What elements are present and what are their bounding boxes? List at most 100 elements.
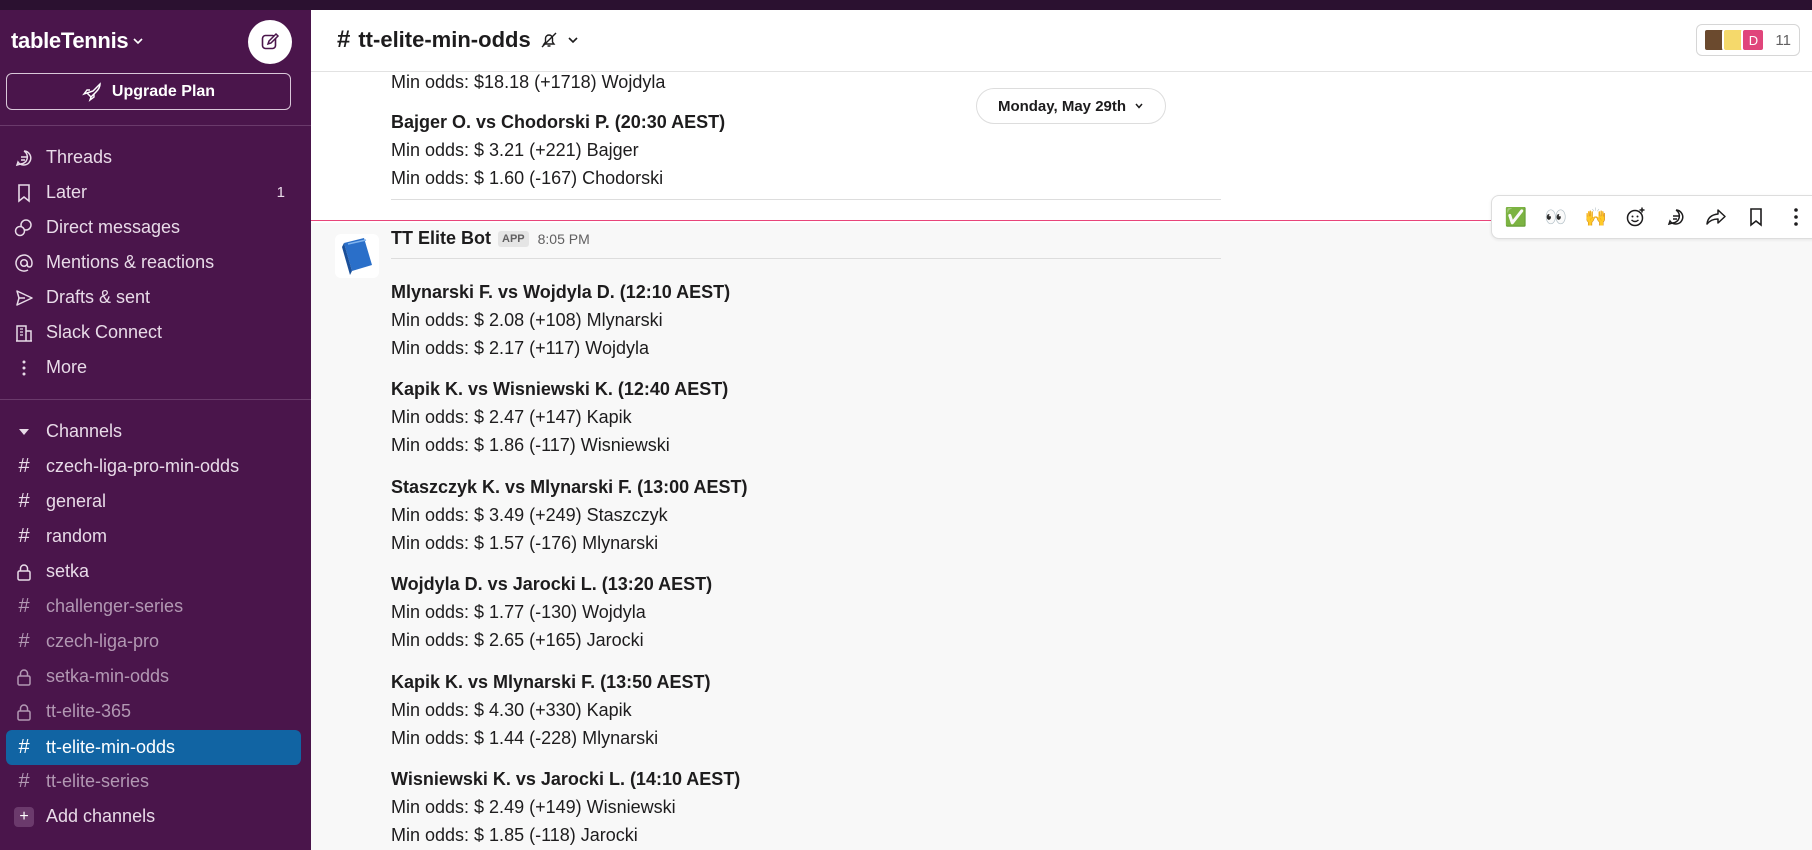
sidebar: tableTennis Upgrade Plan Threads Later 1… — [0, 10, 311, 850]
hash-icon: # — [18, 455, 30, 477]
direct-messages-icon — [12, 216, 36, 240]
chevron-down-icon — [133, 38, 143, 45]
member-count: 11 — [1775, 31, 1791, 49]
message-separator — [391, 199, 1221, 200]
sidebar-divider — [0, 125, 311, 126]
book-icon — [342, 238, 372, 275]
chevron-down-icon — [568, 37, 578, 44]
bot-avatar[interactable] — [335, 234, 379, 278]
channel-title-button[interactable]: # tt-elite-min-odds — [337, 26, 579, 54]
hash-icon: # — [18, 595, 30, 617]
react-check-button[interactable]: ✅ — [1498, 200, 1534, 234]
channels-section-header[interactable]: Channels — [0, 414, 311, 449]
sidebar-divider — [0, 399, 311, 400]
sidebar-channel[interactable]: # czech-liga-pro — [0, 624, 311, 659]
workspace-switcher[interactable]: tableTennis — [11, 24, 144, 58]
channel-header: # tt-elite-min-odds D 11 — [311, 10, 1812, 72]
match-title: Staszczyk K. vs Mlynarski F. (13:00 AEST… — [391, 477, 748, 497]
reply-in-thread-button[interactable] — [1658, 200, 1694, 234]
match-title: Mlynarski F. vs Wojdyla D. (12:10 AEST) — [391, 282, 731, 302]
match-odds: Min odds: $ 1.44 (-228) Mlynarski — [391, 728, 659, 748]
channel-name: tt-elite-min-odds — [358, 27, 531, 52]
sidebar-channel[interactable]: # tt-elite-series — [0, 764, 311, 799]
members-button[interactable]: D 11 — [1696, 24, 1800, 56]
save-for-later-button[interactable] — [1738, 200, 1774, 234]
match-odds: Min odds: $ 2.49 (+149) Wisniewski — [391, 797, 676, 817]
sidebar-item-slack-connect[interactable]: Slack Connect — [0, 315, 311, 350]
message-actions-toolbar: ✅ 👀 🙌 — [1491, 195, 1812, 239]
sidebar-item-later[interactable]: Later 1 — [0, 175, 311, 210]
sidebar-item-direct-messages[interactable]: Direct messages — [0, 210, 311, 245]
lock-icon — [12, 700, 36, 724]
sidebar-item-drafts[interactable]: Drafts & sent — [0, 280, 311, 315]
sidebar-channel[interactable]: # random — [0, 519, 311, 554]
plus-icon: + — [14, 806, 34, 827]
hash-icon: # — [18, 770, 30, 792]
lock-icon — [12, 665, 36, 689]
react-raised-hands-button[interactable]: 🙌 — [1578, 200, 1614, 234]
match-odds: Min odds: $ 1.85 (-118) Jarocki — [391, 825, 638, 845]
match-title: Wisniewski K. vs Jarocki L. (14:10 AEST) — [391, 769, 741, 789]
sidebar-channel[interactable]: # challenger-series — [0, 589, 311, 624]
add-reaction-icon — [1626, 207, 1645, 227]
message-separator — [391, 258, 1221, 259]
hash-icon: # — [337, 26, 351, 53]
message-list: Monday, May 29th Min odds: $18.18 (+1718… — [311, 72, 1812, 850]
match-title: Bajger O. vs Chodorski P. (20:30 AEST) — [391, 112, 726, 132]
add-reaction-button[interactable] — [1618, 200, 1654, 234]
compose-icon — [261, 32, 280, 50]
match-title: Wojdyla D. vs Jarocki L. (13:20 AEST) — [391, 574, 713, 594]
react-eyes-button[interactable]: 👀 — [1538, 200, 1574, 234]
caret-down-icon — [12, 420, 36, 444]
forward-message-button[interactable] — [1698, 200, 1734, 234]
match-odds: Min odds: $ 2.17 (+117) Wojdyla — [391, 338, 649, 358]
later-count: 1 — [276, 184, 285, 201]
sidebar-channel[interactable]: # czech-liga-pro-min-odds — [0, 449, 311, 484]
sidebar-channel[interactable]: setka — [0, 554, 311, 589]
bookmark-icon — [12, 181, 36, 205]
match-odds: Min odds: $ 1.77 (-130) Wojdyla — [391, 602, 646, 622]
match-odds: Min odds: $ 2.65 (+165) Jarocki — [391, 630, 644, 650]
match-title: Kapik K. vs Wisniewski K. (12:40 AEST) — [391, 379, 729, 399]
message-timestamp[interactable]: 8:05 PM — [538, 231, 590, 247]
add-channels-button[interactable]: + Add channels — [0, 799, 311, 834]
message-text: Min odds: $18.18 (+1718) Wojdyla — [391, 72, 666, 92]
match-odds: Min odds: $ 4.30 (+330) Kapik — [391, 700, 632, 720]
match-odds: Min odds: $ 1.57 (-176) Mlynarski — [391, 533, 659, 553]
at-icon — [12, 251, 36, 275]
thread-icon — [1667, 209, 1684, 226]
threads-icon — [12, 146, 36, 170]
notifications-off-icon — [541, 32, 557, 48]
sidebar-channel[interactable]: setka-min-odds — [0, 659, 311, 694]
channel-view: # tt-elite-min-odds D 11 Monday, May 29t… — [311, 10, 1812, 850]
compose-button[interactable] — [248, 20, 292, 64]
sidebar-item-mentions[interactable]: Mentions & reactions — [0, 245, 311, 280]
avatar: D — [1741, 28, 1766, 52]
sender-name[interactable]: TT Elite Bot — [391, 228, 491, 249]
match-odds: Min odds: $ 1.86 (-117) Wisniewski — [391, 435, 670, 455]
match-title: Kapik K. vs Mlynarski F. (13:50 AEST) — [391, 672, 711, 692]
upgrade-plan-button[interactable]: Upgrade Plan — [6, 73, 291, 110]
more-vertical-icon — [1794, 208, 1798, 226]
lock-icon — [12, 560, 36, 584]
sidebar-channel[interactable]: tt-elite-365 — [0, 694, 311, 729]
sidebar-channel[interactable]: # general — [0, 484, 311, 519]
message-text: Min odds: $ 3.21 (+221) Bajger — [391, 140, 639, 160]
sidebar-channel-active[interactable]: # tt-elite-min-odds — [6, 730, 301, 765]
more-vertical-icon — [12, 356, 36, 380]
rocket-icon — [82, 81, 101, 102]
bookmark-icon — [1750, 208, 1762, 227]
hash-icon: # — [18, 490, 30, 512]
hash-icon: # — [18, 525, 30, 547]
message-header: TT Elite Bot APP 8:05 PM — [391, 228, 590, 249]
window-top-bar — [0, 0, 1812, 10]
send-icon — [12, 286, 36, 310]
more-actions-button[interactable] — [1778, 200, 1812, 234]
share-icon — [1706, 209, 1726, 225]
date-divider-button[interactable]: Monday, May 29th — [976, 88, 1166, 124]
sidebar-item-threads[interactable]: Threads — [0, 140, 311, 175]
match-odds: Min odds: $ 3.49 (+249) Staszczyk — [391, 505, 668, 525]
sidebar-item-more[interactable]: More — [0, 350, 311, 385]
chevron-down-icon — [1135, 103, 1143, 109]
match-odds: Min odds: $ 2.08 (+108) Mlynarski — [391, 310, 663, 330]
